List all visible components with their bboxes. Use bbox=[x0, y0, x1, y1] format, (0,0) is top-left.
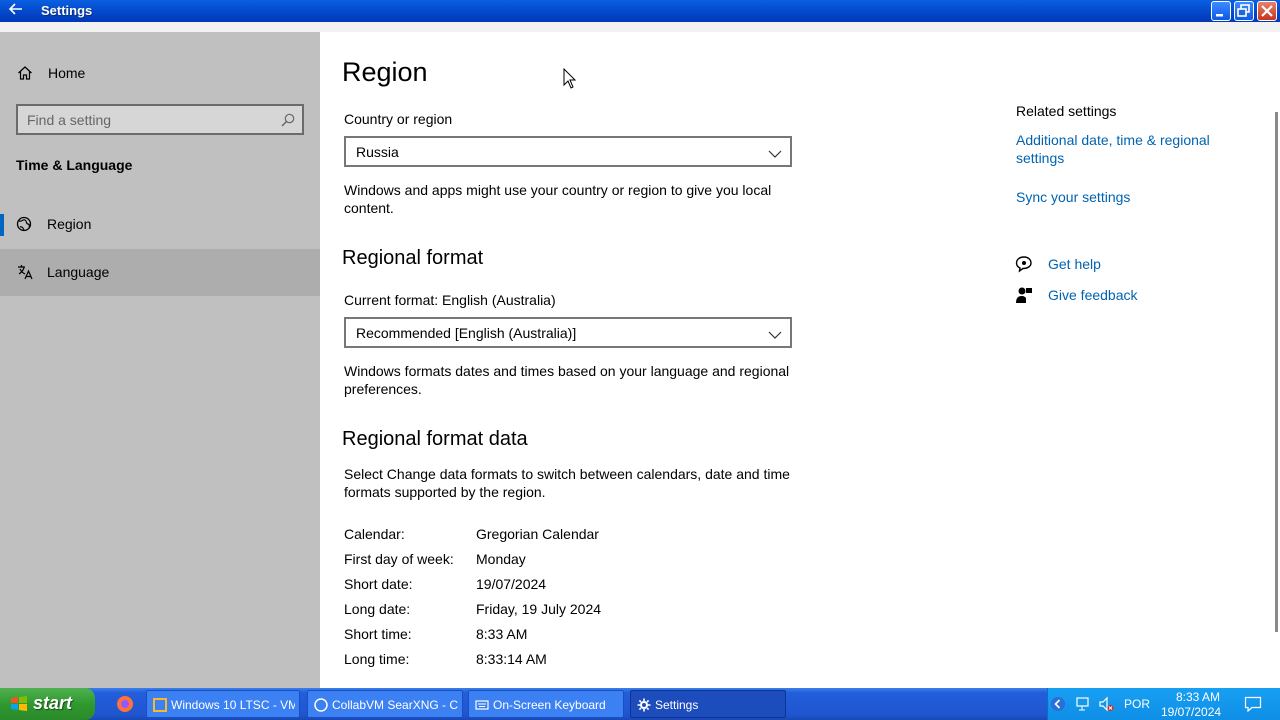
taskbar-item-browser[interactable]: CollabVM SearXNG - Ch... bbox=[307, 690, 463, 718]
chevron-down-icon bbox=[768, 327, 782, 339]
input-language-indicator[interactable]: POR bbox=[1124, 697, 1150, 711]
system-tray: POR 8:33 AM 19/07/2024 bbox=[1047, 688, 1280, 720]
taskbar-item-label: Settings bbox=[655, 698, 699, 712]
format-data-heading: Regional format data bbox=[342, 428, 528, 450]
country-dropdown[interactable]: Russia bbox=[344, 136, 792, 167]
taskbar: start Windows 10 LTSC - VM... CollabVM S… bbox=[0, 688, 1280, 720]
sidebar-item-language[interactable]: Language bbox=[0, 249, 320, 296]
format-key: Long time: bbox=[344, 651, 410, 667]
windows-logo-icon bbox=[10, 695, 28, 713]
sidebar-item-label: Language bbox=[47, 264, 110, 280]
help-icon bbox=[1015, 255, 1033, 273]
taskbar-item-keyboard[interactable]: On-Screen Keyboard bbox=[468, 690, 624, 718]
browser-icon bbox=[314, 698, 328, 712]
title-bar: Settings bbox=[0, 0, 1280, 22]
get-help-link[interactable]: Get help bbox=[1048, 255, 1101, 273]
sidebar-item-label: Home bbox=[48, 65, 86, 81]
vm-icon bbox=[153, 698, 167, 712]
related-settings-title: Related settings bbox=[1016, 103, 1117, 119]
search-input[interactable] bbox=[27, 110, 277, 130]
format-data-description: Select Change data formats to switch bet… bbox=[344, 466, 790, 500]
chevron-down-icon bbox=[768, 146, 782, 158]
page-title: Region bbox=[342, 57, 428, 87]
minimize-button[interactable] bbox=[1211, 1, 1231, 21]
format-value: 8:33 AM bbox=[476, 626, 528, 642]
sync-settings-link[interactable]: Sync your settings bbox=[1016, 188, 1130, 206]
sidebar-item-label: Region bbox=[47, 216, 92, 232]
format-key: Calendar: bbox=[344, 526, 405, 542]
globe-icon bbox=[16, 215, 34, 233]
format-value: 8:33:14 AM bbox=[476, 651, 547, 667]
home-icon bbox=[18, 66, 32, 80]
window-title: Settings bbox=[41, 3, 93, 18]
keyboard-icon bbox=[475, 698, 489, 712]
additional-settings-link[interactable]: Additional date, time & regional setting… bbox=[1016, 131, 1236, 167]
clock-date[interactable]: 19/07/2024 bbox=[1161, 705, 1221, 719]
format-value: Monday bbox=[476, 551, 526, 567]
format-value: 19/07/2024 bbox=[476, 576, 547, 592]
regional-format-description: Windows formats dates and times based on… bbox=[344, 363, 790, 397]
back-arrow-icon[interactable] bbox=[6, 0, 28, 22]
language-icon bbox=[16, 263, 34, 281]
sidebar-section-title: Time & Language bbox=[16, 157, 133, 173]
taskbar-item-label: CollabVM SearXNG - Ch... bbox=[332, 698, 458, 712]
start-label: start bbox=[33, 693, 73, 713]
format-value: Gregorian Calendar bbox=[476, 526, 599, 542]
regional-format-dropdown[interactable]: Recommended [English (Australia)] bbox=[344, 317, 792, 348]
country-description: Windows and apps might use your country … bbox=[344, 182, 772, 216]
regional-format-value: Recommended [English (Australia)] bbox=[356, 325, 577, 341]
chevron-left-icon[interactable] bbox=[1050, 696, 1066, 712]
close-button[interactable] bbox=[1257, 1, 1277, 21]
scrollbar[interactable] bbox=[1275, 112, 1278, 632]
taskbar-item-settings[interactable]: Settings bbox=[630, 690, 786, 718]
country-value: Russia bbox=[356, 144, 399, 160]
restore-button[interactable] bbox=[1234, 1, 1254, 21]
taskbar-item-label: Windows 10 LTSC - VM... bbox=[171, 698, 295, 712]
feedback-icon bbox=[1015, 286, 1033, 304]
regional-format-heading: Regional format bbox=[342, 247, 484, 269]
format-key: Short date: bbox=[344, 576, 413, 592]
sidebar-item-region[interactable]: Region bbox=[0, 201, 320, 248]
taskbar-item-vm[interactable]: Windows 10 LTSC - VM... bbox=[146, 690, 300, 718]
firefox-icon[interactable] bbox=[115, 694, 135, 714]
taskbar-item-label: On-Screen Keyboard bbox=[493, 698, 606, 712]
search-box[interactable] bbox=[16, 104, 304, 135]
clock-time[interactable]: 8:33 AM bbox=[1169, 690, 1227, 704]
start-button[interactable]: start bbox=[0, 688, 95, 720]
mouse-cursor-icon bbox=[563, 67, 577, 90]
sidebar-item-home[interactable]: Home bbox=[16, 63, 216, 83]
current-format-label: Current format: English (Australia) bbox=[344, 292, 556, 308]
search-icon[interactable] bbox=[280, 112, 296, 128]
notification-icon[interactable] bbox=[1244, 696, 1262, 713]
give-feedback-link[interactable]: Give feedback bbox=[1048, 286, 1138, 304]
network-icon[interactable] bbox=[1075, 696, 1091, 712]
format-value: Friday, 19 July 2024 bbox=[476, 601, 602, 617]
window-top-strip bbox=[0, 22, 1280, 32]
volume-muted-icon[interactable] bbox=[1098, 696, 1114, 712]
format-key: First day of week: bbox=[344, 551, 454, 567]
gear-icon bbox=[637, 698, 651, 712]
format-key: Long date: bbox=[344, 601, 411, 617]
country-label: Country or region bbox=[344, 111, 453, 127]
format-key: Short time: bbox=[344, 626, 412, 642]
selection-indicator bbox=[0, 214, 4, 236]
